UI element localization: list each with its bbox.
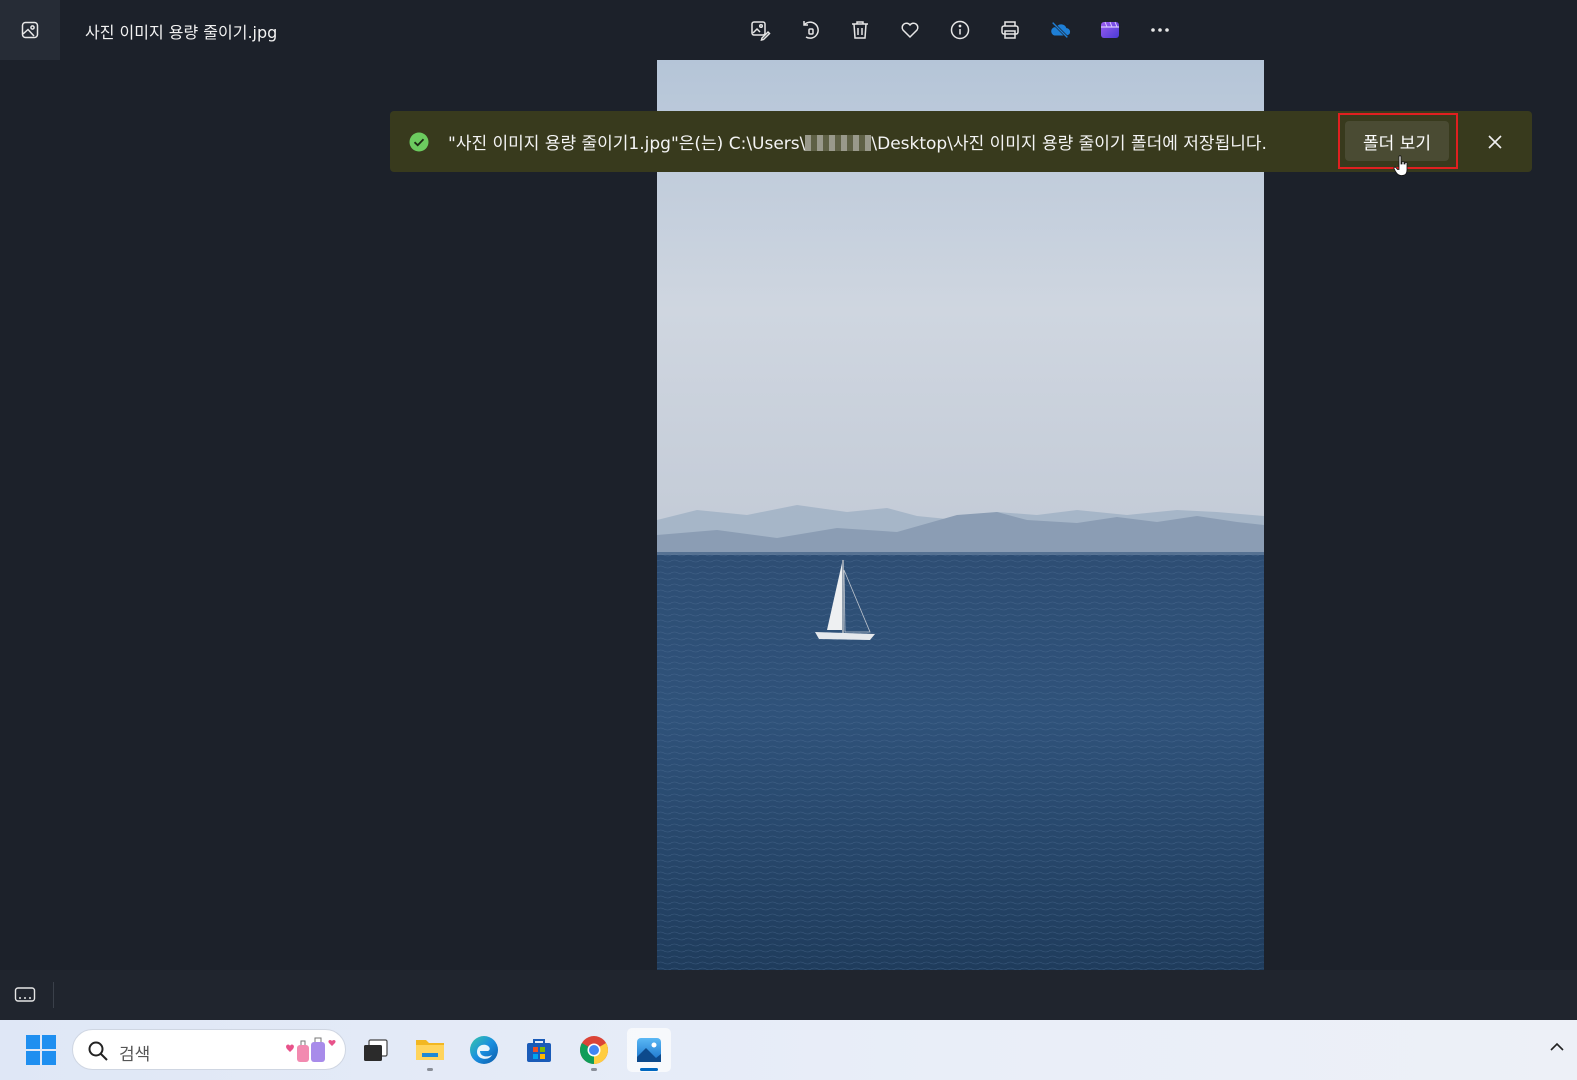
close-icon [1488,135,1502,149]
task-view-button[interactable] [354,1028,398,1072]
chrome-button[interactable] [572,1028,616,1072]
running-indicator [591,1068,597,1071]
filmstrip-toggle-button[interactable] [10,982,40,1008]
rotate-button[interactable] [790,10,830,50]
chrome-icon [580,1036,608,1064]
save-notification-toast: "사진 이미지 용량 줄이기1.jpg"은(는) C:\Users\ \Deskt… [390,111,1532,176]
search-icon [88,1041,108,1061]
taskbar: 검색 [0,1020,1577,1080]
task-view-icon [364,1039,388,1061]
onedrive-button[interactable] [1040,10,1080,50]
taskbar-search-box[interactable]: 검색 [72,1029,346,1070]
more-button[interactable] [1140,10,1180,50]
info-icon [950,20,970,40]
clipchamp-button[interactable] [1090,10,1130,50]
success-check-icon [409,132,429,152]
photo-image [657,60,1264,970]
file-explorer-icon [416,1040,444,1060]
clipchamp-icon [1101,21,1119,38]
toolbar [740,10,1180,50]
edit-image-button[interactable] [740,10,780,50]
file-explorer-button[interactable] [408,1028,452,1072]
photos-taskbar-button[interactable] [627,1028,671,1072]
active-indicator [640,1068,658,1071]
print-button[interactable] [990,10,1030,50]
ellipsis-icon [1151,28,1169,32]
info-button[interactable] [940,10,980,50]
rotate-icon [803,21,819,39]
toast-message-part1: "사진 이미지 용량 줄이기1.jpg"은(는) C:\Users\ [448,134,806,154]
hand-cursor-icon [1393,155,1408,176]
edit-image-icon [751,21,771,41]
store-icon [527,1039,551,1062]
chevron-up-icon[interactable] [1548,1038,1566,1056]
start-icon[interactable] [25,1034,57,1066]
toast-close-button[interactable] [1480,127,1510,157]
photo-canvas[interactable] [657,60,1264,970]
window-title: 사진 이미지 용량 줄이기.jpg [85,23,278,42]
filmstrip-icon [14,987,36,1002]
running-indicator [427,1068,433,1071]
toast-message-part2: \Desktop\사진 이미지 용량 줄이기 폴더에 저장됩니다. [871,134,1267,154]
favorite-button[interactable] [890,10,930,50]
title-bar: 사진 이미지 용량 줄이기.jpg [0,0,1577,60]
toast-message: "사진 이미지 용량 줄이기1.jpg"은(는) C:\Users\ \Deskt… [448,129,1267,154]
search-highlight-icon [286,1037,336,1062]
redacted-username [805,135,872,151]
photos-app-icon[interactable] [0,0,60,60]
edge-button[interactable] [462,1028,506,1072]
photos-icon [637,1038,661,1062]
trash-icon [852,21,868,39]
bottom-bar [0,970,1577,1020]
printer-icon [1001,21,1019,39]
store-button[interactable] [517,1028,561,1072]
delete-button[interactable] [840,10,880,50]
search-placeholder: 검색 [119,1045,151,1065]
onedrive-cloud-off-icon [1051,21,1071,39]
edge-icon [470,1036,498,1064]
divider [53,982,54,1008]
heart-icon [901,22,919,39]
